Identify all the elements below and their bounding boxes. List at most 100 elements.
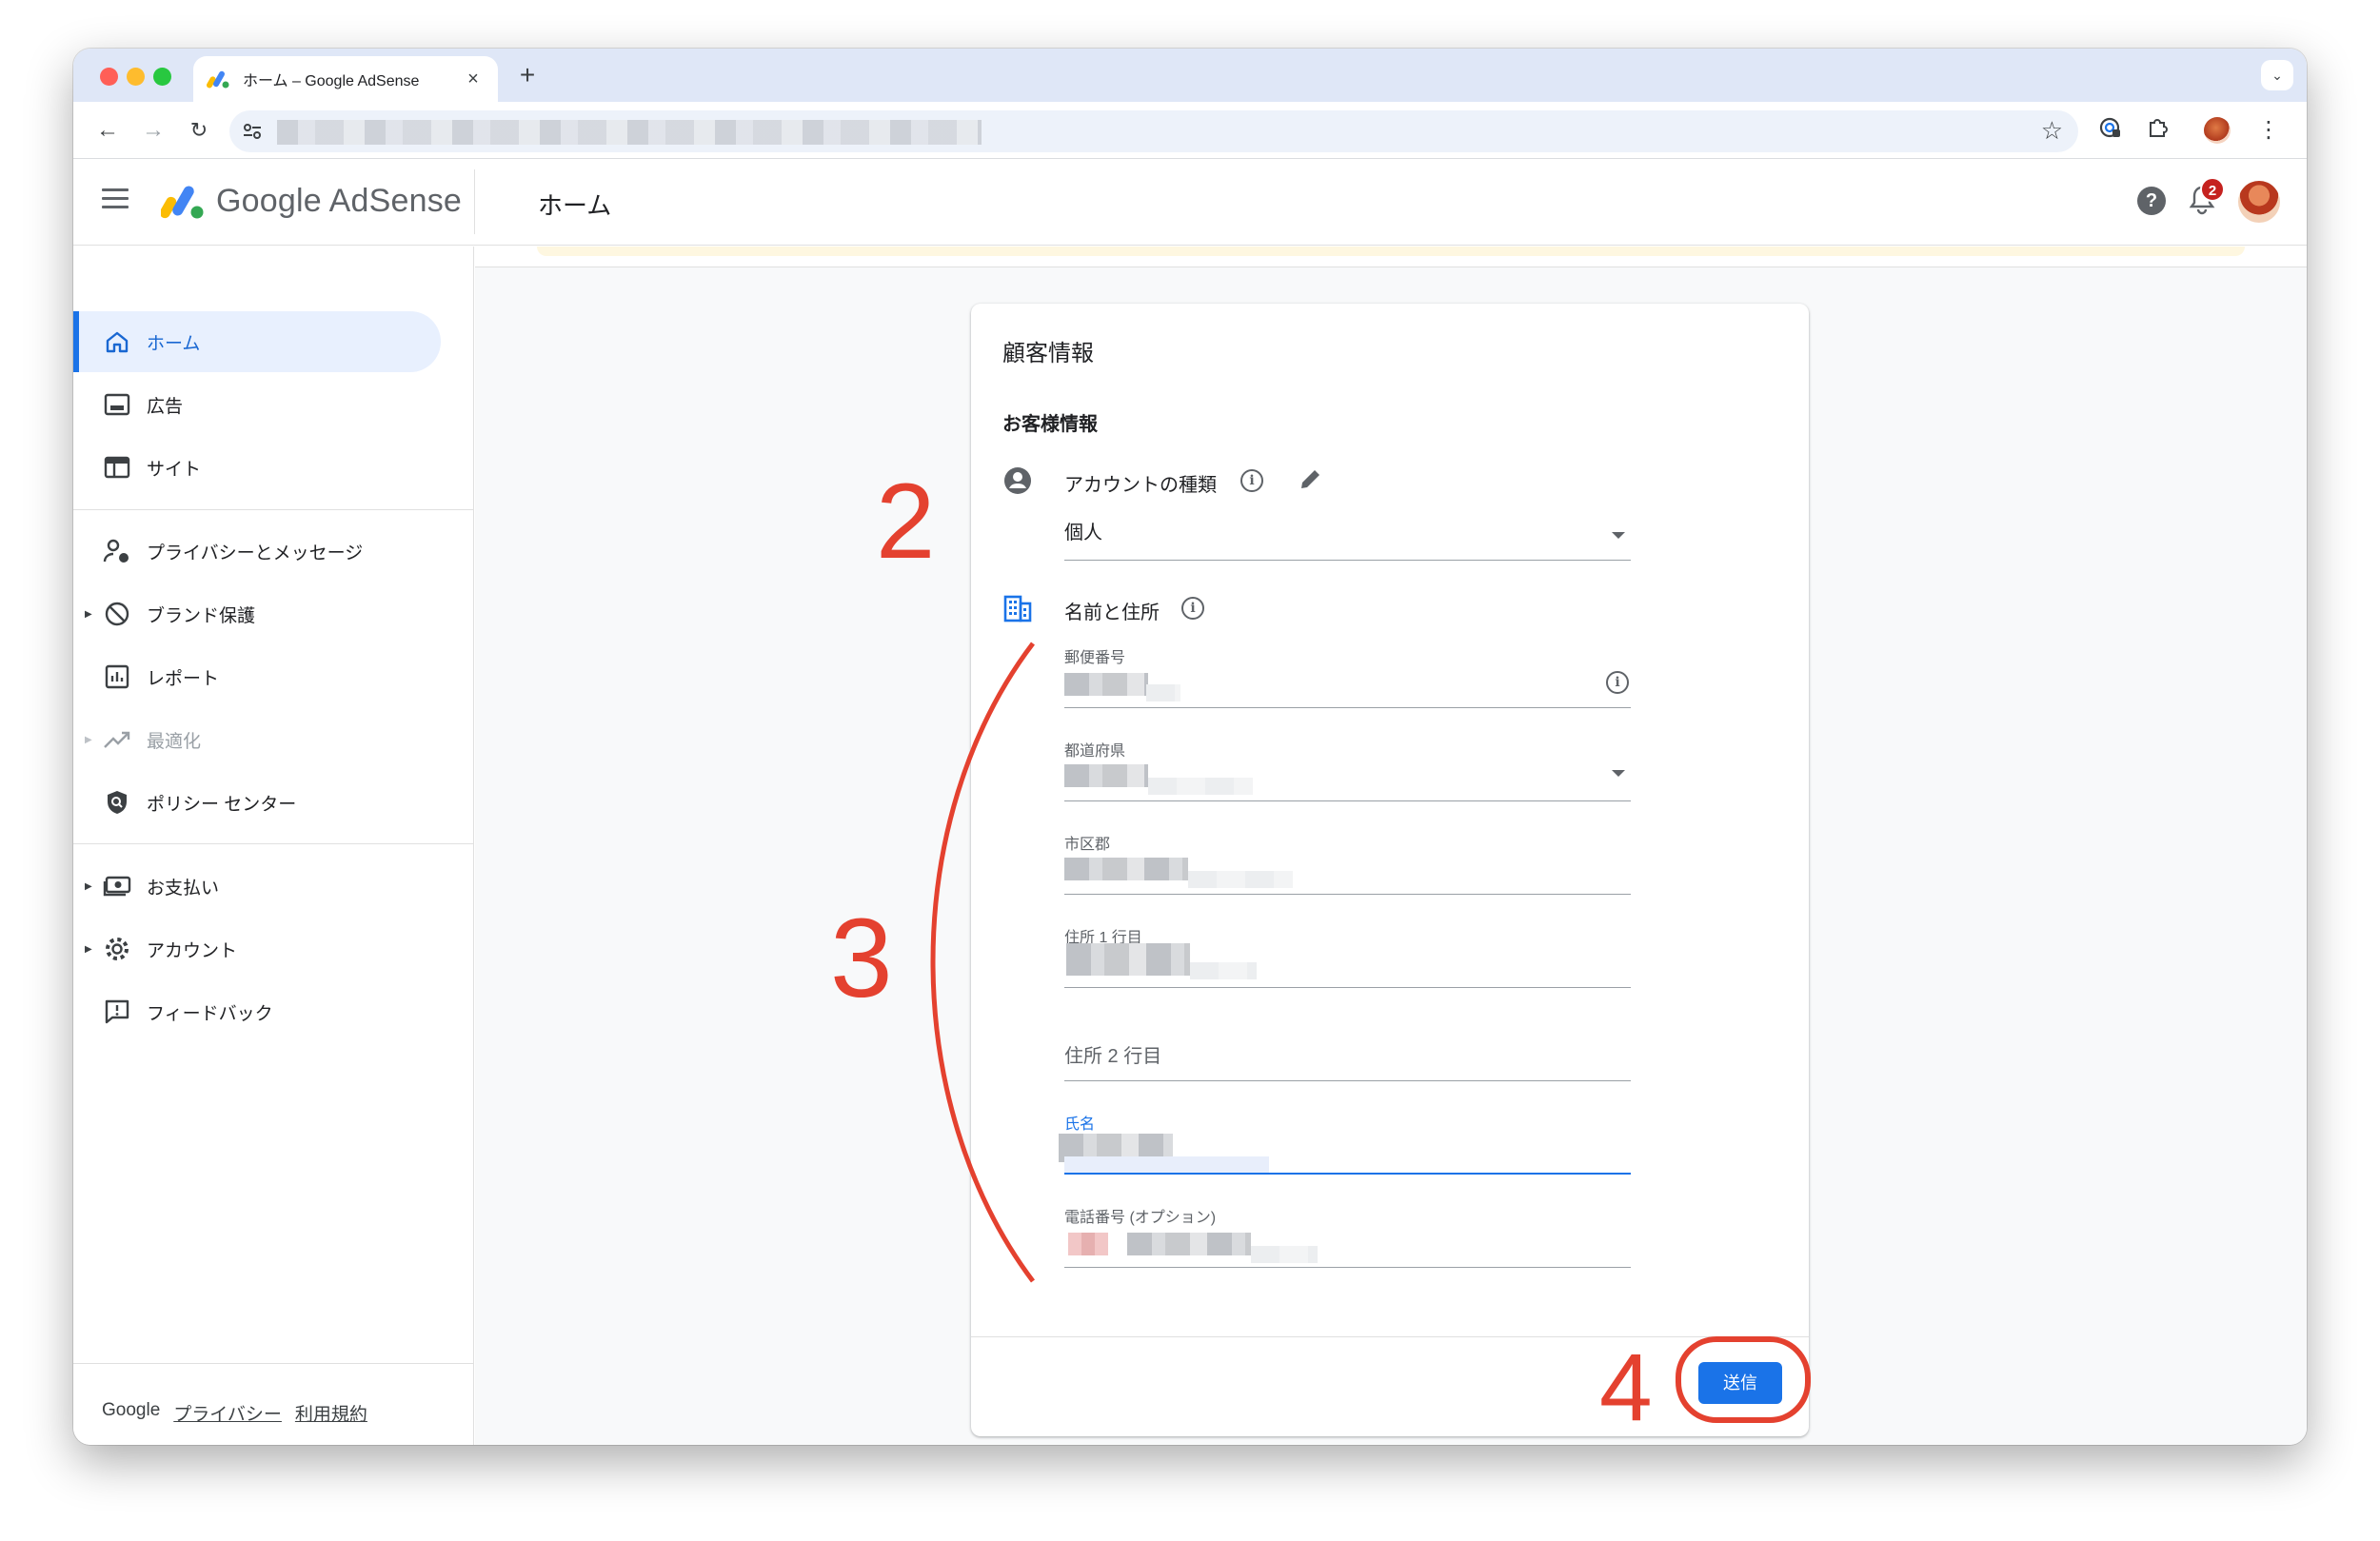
full-name-field[interactable]: 氏名 [1059, 1111, 1631, 1175]
sidebar-item-privacy-messages[interactable]: プライバシーとメッセージ [73, 521, 441, 582]
help-icon[interactable]: ? [2137, 187, 2166, 215]
sidebar-item-account[interactable]: ▶ アカウント [73, 919, 441, 979]
field-underline [1064, 894, 1631, 895]
sidebar-item-optimization[interactable]: ▶ 最適化 [73, 709, 441, 770]
sidebar: ホーム 広告 サイト プライバシーとメッセージ ▶ ブランド保護 レポート ▶ … [73, 247, 474, 1445]
trending-up-icon [102, 724, 132, 755]
account-type-label: アカウントの種類 [1064, 475, 1217, 496]
redacted-value [1066, 943, 1190, 976]
sidebar-item-brand-safety[interactable]: ▶ ブランド保護 [73, 583, 441, 644]
browser-tab[interactable]: ホーム – Google AdSense × [193, 56, 498, 102]
extensions-puzzle-icon[interactable] [2143, 115, 2173, 146]
password-manager-icon[interactable] [2095, 115, 2126, 146]
postal-code-field[interactable]: 郵便番号 i [1064, 644, 1631, 708]
address-line2-placeholder: 住所 2 行目 [1064, 1046, 1162, 1067]
redacted-value [1148, 778, 1253, 795]
chevron-down-icon [1612, 532, 1625, 539]
edit-pencil-icon[interactable] [1298, 465, 1324, 492]
redacted-value [1188, 871, 1293, 888]
bookmark-star-icon[interactable]: ☆ [2041, 116, 2063, 146]
submit-button[interactable]: 送信 [1698, 1362, 1782, 1404]
sidebar-item-home[interactable]: ホーム [73, 311, 441, 372]
home-icon [102, 326, 132, 357]
main-content: 顧客情報 お客様情報 アカウントの種類 i 個人 名前と住所 i 郵便番号 i … [475, 247, 2307, 1445]
footer-terms-link[interactable]: 利用規約 [295, 1400, 367, 1426]
city-field[interactable]: 市区郡 [1064, 831, 1631, 895]
field-underline [1064, 987, 1631, 988]
customer-info-card: 顧客情報 お客様情報 アカウントの種類 i 個人 名前と住所 i 郵便番号 i … [971, 304, 1809, 1436]
sidebar-item-label: ポリシー センター [147, 794, 297, 815]
tab-close-icon[interactable]: × [462, 69, 485, 90]
privacy-person-icon [102, 536, 132, 566]
card-footer-divider [971, 1336, 1809, 1337]
address-line1-field[interactable]: 住所 1 行目 [1064, 924, 1631, 988]
expand-caret-icon[interactable]: ▶ [85, 735, 92, 745]
sidebar-item-reports[interactable]: レポート [73, 646, 441, 707]
account-type-info-icon[interactable]: i [1240, 469, 1263, 492]
browser-menu-icon[interactable]: ⋮ [2253, 115, 2284, 146]
prefecture-select[interactable]: 都道府県 [1064, 738, 1631, 801]
site-settings-icon[interactable] [241, 120, 264, 143]
sidebar-item-ads[interactable]: 広告 [73, 374, 441, 435]
city-label: 市区郡 [1064, 837, 1111, 853]
policy-shield-icon [102, 787, 132, 818]
annotation-step-3: 3 [830, 896, 893, 1021]
redacted-value [1064, 764, 1148, 787]
name-address-info-icon[interactable]: i [1181, 597, 1204, 620]
sidebar-item-sites[interactable]: サイト [73, 437, 441, 498]
phone-field[interactable]: 電話番号 (オプション) [1064, 1204, 1631, 1268]
sidebar-divider [73, 843, 474, 844]
expand-caret-icon[interactable]: ▶ [85, 944, 92, 955]
feedback-icon [102, 997, 132, 1027]
payments-icon [102, 871, 132, 901]
account-avatar[interactable] [2238, 181, 2280, 223]
account-type-select[interactable]: 個人 [1064, 504, 1631, 561]
chevron-down-icon [1612, 770, 1625, 777]
expand-caret-icon[interactable]: ▶ [85, 609, 92, 620]
reload-icon[interactable]: ↻ [184, 115, 214, 146]
sidebar-divider [73, 509, 474, 510]
sites-icon [102, 452, 132, 483]
address-bar[interactable]: ☆ [229, 110, 2078, 152]
footer-privacy-link[interactable]: プライバシー [173, 1400, 282, 1426]
sidebar-item-label: ホーム [147, 333, 201, 354]
field-underline [1064, 1267, 1631, 1268]
sidebar-item-label: お支払い [147, 878, 220, 899]
maximize-window-button[interactable] [153, 68, 171, 86]
close-window-button[interactable] [100, 68, 118, 86]
sidebar-item-label: 最適化 [147, 731, 202, 752]
redacted-value [1068, 1233, 1108, 1255]
new-tab-button[interactable]: + [511, 60, 544, 90]
adsense-favicon-icon [207, 69, 231, 89]
expand-caret-icon[interactable]: ▶ [85, 881, 92, 892]
back-arrow-icon[interactable]: ← [92, 115, 123, 146]
minimize-window-button[interactable] [127, 68, 145, 86]
redacted-value [1064, 858, 1188, 880]
account-type-value: 個人 [1064, 523, 1102, 543]
sidebar-item-label: レポート [147, 668, 220, 689]
redacted-value [1146, 684, 1180, 701]
sidebar-item-label: フィードバック [147, 1003, 273, 1024]
forward-arrow-icon[interactable]: → [138, 115, 169, 146]
tab-strip: ホーム – Google AdSense × + ⌄ [73, 49, 2307, 102]
postal-code-info-icon[interactable]: i [1606, 671, 1629, 694]
building-icon [1002, 593, 1033, 623]
gear-icon [102, 934, 132, 964]
ads-icon [102, 389, 132, 420]
main-menu-icon[interactable] [102, 188, 129, 211]
sidebar-item-label: プライバシーとメッセージ [147, 543, 364, 563]
sidebar-item-payments[interactable]: ▶ お支払い [73, 856, 441, 917]
adsense-logo-icon [159, 183, 207, 221]
address-line2-field[interactable]: 住所 2 行目 [1064, 1017, 1631, 1081]
sidebar-item-policy-center[interactable]: ポリシー センター [73, 772, 441, 833]
annotation-step-4: 4 [1599, 1334, 1653, 1441]
field-underline [1064, 1080, 1631, 1081]
sidebar-item-feedback[interactable]: フィードバック [73, 981, 441, 1042]
postal-code-label: 郵便番号 [1064, 650, 1126, 666]
section-title: お客様情報 [1002, 414, 1098, 435]
tab-search-button[interactable]: ⌄ [2261, 60, 2293, 90]
footer-google: Google [102, 1400, 161, 1420]
annotation-step-2: 2 [876, 462, 936, 581]
browser-profile-avatar[interactable] [2204, 117, 2231, 144]
redacted-value [1127, 1233, 1251, 1255]
